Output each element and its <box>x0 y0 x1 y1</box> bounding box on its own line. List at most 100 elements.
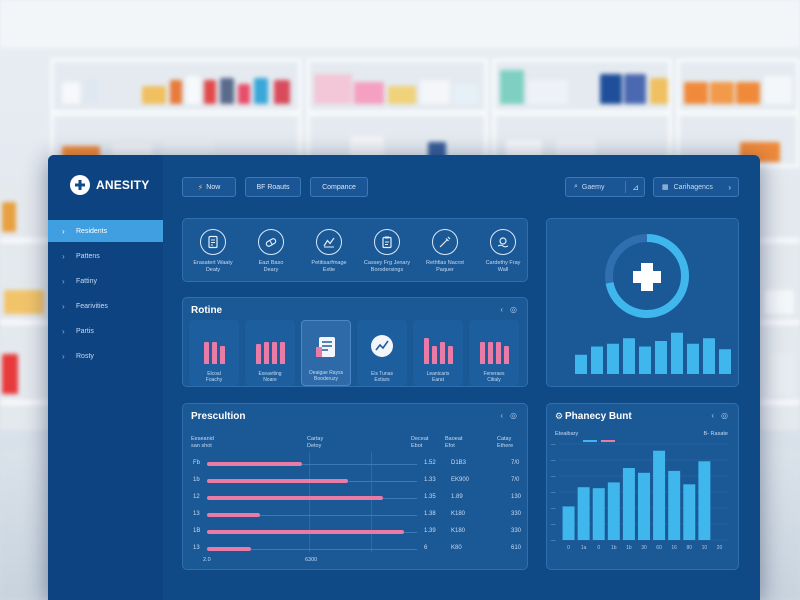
plus-cross-icon <box>633 263 661 291</box>
x-tick-label: 30 <box>641 545 647 551</box>
pill-icon <box>258 229 284 255</box>
quick-action-vaccine[interactable]: Rethfias Nacrot Paquer <box>417 229 473 274</box>
row-value: 1.89 <box>451 494 463 500</box>
sidebar-item-rosty[interactable]: › Rosty <box>48 345 163 367</box>
routine-tile-label: Feneraes Citialy <box>483 371 505 383</box>
prescription-card: Prescultion ‹ ◎ Eeseanid san shot Cartay… <box>182 403 528 570</box>
y-tick-label: — <box>551 538 556 543</box>
grid-icon: ▦ <box>662 184 669 191</box>
row-value: EK900 <box>451 477 470 483</box>
ceiling <box>0 0 800 48</box>
tile-bar <box>256 344 261 364</box>
row-value: 1.33 <box>424 477 436 483</box>
lightning-icon: ⚡ <box>197 182 204 192</box>
x-tick-label: 60 <box>656 545 662 551</box>
divider <box>625 181 626 193</box>
routine-tile-label: Exeaviting Noare <box>258 371 282 383</box>
table-row[interactable]: 13 6 K80 610 <box>191 543 521 557</box>
search-input[interactable]: ⌕ Gaemy ⊿ <box>565 177 645 197</box>
summary-bar <box>623 338 635 374</box>
y-tick-label: — <box>551 442 556 447</box>
sidebar-item-label: Residents <box>76 227 108 235</box>
column-header: Eeseanid san shot <box>191 436 214 449</box>
y-tick-label: — <box>551 490 556 495</box>
sidebar-item-partis[interactable]: › Partis <box>48 320 163 342</box>
x-tick-label: 0 <box>597 545 600 551</box>
chart-pie-icon <box>371 335 393 357</box>
routine-tile[interactable]: Oeaigae Rayss Booderuzy <box>301 320 351 386</box>
categories-button[interactable]: ▦ Carihagencs › <box>653 177 739 197</box>
reports-button[interactable]: BF Roauts <box>245 177 301 197</box>
compare-button[interactable]: Compance <box>310 177 368 197</box>
dashboard-panel: ANESITY › Residents › Pattens › Fattiny … <box>48 155 760 600</box>
prescription-icon <box>200 229 226 255</box>
row-id: 1b <box>193 477 200 483</box>
routine-tile[interactable]: Feneraes Citialy <box>469 320 519 386</box>
tile-bar <box>264 342 269 364</box>
row-progress-bar <box>207 462 302 466</box>
now-button-label: Now <box>206 183 221 191</box>
sidebar-item-pattens[interactable]: › Pattens <box>48 245 163 267</box>
routine-tile-label: Eis Tunas Extiurs <box>371 371 393 383</box>
row-value: 1.39 <box>424 528 436 534</box>
table-row[interactable]: 12 1.35 1.89 130 <box>191 492 521 506</box>
chart-bar <box>683 484 696 540</box>
routine-tile[interactable]: Eis Tunas Extiurs <box>357 320 407 386</box>
clipboard-icon <box>374 229 400 255</box>
tile-bar <box>204 342 209 364</box>
document-icon <box>316 337 335 357</box>
more-icon[interactable]: ◎ <box>510 305 517 314</box>
more-icon[interactable]: ◎ <box>510 411 517 420</box>
sidebar-item-residents[interactable]: › Residents <box>48 220 163 242</box>
summary-bar <box>671 332 683 374</box>
row-value: K80 <box>451 545 462 551</box>
table-row[interactable]: 13 1.38 K180 330 <box>191 509 521 523</box>
row-progress-bar <box>207 547 251 551</box>
search-label: Gaemy <box>581 183 605 191</box>
pill-hand-icon <box>490 229 516 255</box>
row-value: 6 <box>424 545 428 551</box>
row-id: 1B <box>193 528 201 534</box>
quick-action-label: Erasatert Waaty Deaty <box>193 260 233 273</box>
quick-action-prescription[interactable]: Erasatert Waaty Deaty <box>185 229 241 274</box>
summary-bar <box>719 349 731 374</box>
quick-action-pill[interactable]: Eazi Baso Deary <box>243 229 299 274</box>
chevron-right-icon: › <box>62 276 65 286</box>
routine-tile[interactable]: Elcoal Foachy <box>189 320 239 386</box>
row-value: 1.35 <box>424 494 436 500</box>
tile-bar <box>496 342 501 364</box>
categories-label: Carihagencs <box>673 183 713 191</box>
chevron-left-icon[interactable]: ‹ <box>500 305 503 314</box>
quick-action-clipboard[interactable]: Cassey Frg Jenary Borodersings <box>359 229 415 274</box>
sidebar-item-fattiny[interactable]: › Fattiny <box>48 270 163 292</box>
quick-action-pill-hand[interactable]: Cardethy Fray Wall <box>475 229 531 274</box>
shelf-unit <box>492 58 672 168</box>
chart-bar <box>698 461 711 540</box>
reports-button-label: BF Roauts <box>256 183 290 191</box>
x-tick-label: 1b <box>611 545 617 551</box>
search-icon: ⌕ <box>574 183 578 190</box>
footer-value: 6300 <box>305 557 318 563</box>
sidebar-item-fearivities[interactable]: › Fearivities <box>48 295 163 317</box>
sidebar: ANESITY › Residents › Pattens › Fattiny … <box>48 155 163 600</box>
quick-action-chart[interactable]: Petitisarfmage Extie <box>301 229 357 274</box>
summary-card <box>546 218 739 387</box>
column-header: Cartay Detoy <box>307 436 324 449</box>
table-row[interactable]: 1b 1.33 EK900 7/0 <box>191 475 521 489</box>
row-value: 330 <box>511 511 522 517</box>
sidebar-nav: › Residents › Pattens › Fattiny › Feariv… <box>48 220 163 370</box>
chevron-left-icon[interactable]: ‹ <box>500 411 503 420</box>
table-row[interactable]: Fb 1.52 D1B3 7/0 <box>191 458 521 472</box>
quick-action-label: Eazi Baso Deary <box>258 260 284 273</box>
routine-tile[interactable]: Leanicaris Earat <box>413 320 463 386</box>
side-shelf <box>0 180 50 430</box>
now-button[interactable]: ⚡ Now <box>182 177 236 197</box>
tile-bar <box>424 338 429 364</box>
chart-bar <box>592 488 605 540</box>
routine-tile[interactable]: Exeaviting Noare <box>245 320 295 386</box>
filter-icon[interactable]: ⊿ <box>632 183 639 192</box>
prescription-title: Prescultion <box>191 411 246 422</box>
table-row[interactable]: 1B 1.39 K180 330 <box>191 526 521 540</box>
sidebar-item-label: Fattiny <box>76 277 98 285</box>
brand[interactable]: ANESITY <box>70 175 149 195</box>
